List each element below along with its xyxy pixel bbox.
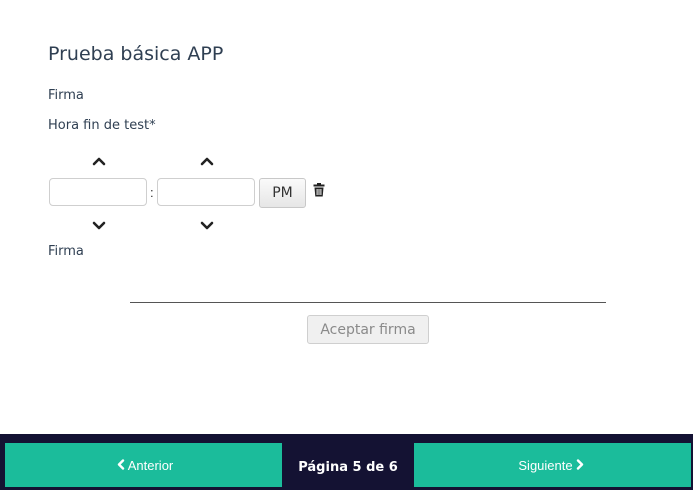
hour-increment-chevron-up-icon[interactable] [92, 156, 106, 166]
minute-input[interactable] [157, 178, 255, 206]
previous-page-label: Anterior [127, 457, 174, 473]
signature-pad-line[interactable] [130, 302, 606, 303]
firma-label-top: Firma [48, 88, 84, 103]
minute-increment-chevron-up-icon[interactable] [200, 156, 214, 166]
hour-input[interactable] [49, 178, 147, 206]
time-field-label: Hora fin de test* [48, 118, 156, 133]
page-title: Prueba básica APP [48, 43, 224, 65]
chevron-right-icon [576, 458, 584, 473]
clear-time-trash-icon[interactable] [313, 183, 325, 197]
firma-signature-label: Firma [48, 244, 84, 259]
ampm-toggle-button[interactable]: PM [259, 178, 306, 208]
next-page-button[interactable]: Siguiente [414, 443, 691, 487]
page-indicator: Página 5 de 6 [298, 460, 398, 475]
pagination-footer: Anterior Página 5 de 6 Siguiente [0, 434, 693, 490]
minute-decrement-chevron-down-icon[interactable] [200, 221, 214, 231]
hour-decrement-chevron-down-icon[interactable] [92, 221, 106, 231]
form-page: Prueba básica APP Firma Hora fin de test… [0, 0, 693, 490]
time-separator: : [150, 185, 154, 200]
accept-signature-button[interactable]: Aceptar firma [307, 315, 429, 344]
chevron-left-icon [117, 458, 125, 473]
previous-page-button[interactable]: Anterior [5, 443, 282, 487]
next-page-label: Siguiente [518, 457, 573, 473]
